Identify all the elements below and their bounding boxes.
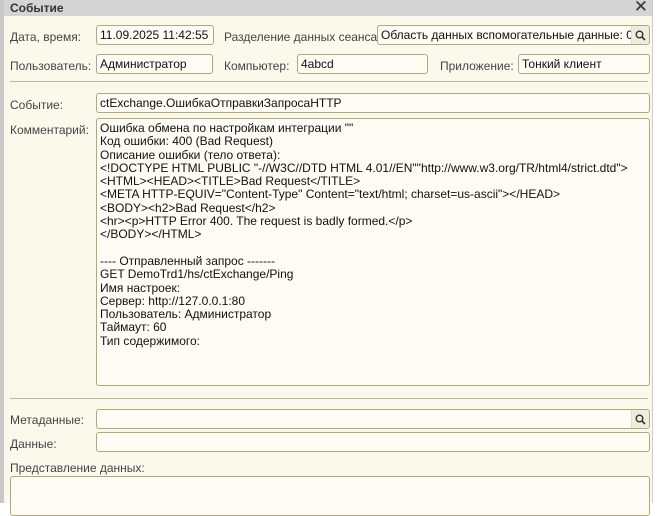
presentation-textarea[interactable]	[10, 476, 650, 516]
session-value: Область данных вспомогательные данные: 0…	[381, 28, 650, 42]
app-label: Приложение:	[440, 59, 514, 73]
comment-textarea[interactable]: Ошибка обмена по настройкам интеграции "…	[96, 118, 650, 386]
separator	[10, 398, 648, 399]
data-label: Данные:	[10, 437, 57, 451]
comment-label: Комментарий:	[10, 123, 89, 137]
metadata-label: Метаданные:	[10, 413, 85, 427]
date-field[interactable]: 11.09.2025 11:42:55	[96, 25, 214, 45]
computer-label: Компьютер:	[224, 59, 290, 73]
search-icon[interactable]	[631, 410, 649, 428]
user-label: Пользователь:	[10, 59, 92, 73]
data-field[interactable]	[96, 432, 650, 452]
app-field[interactable]: Тонкий клиент	[518, 54, 650, 74]
session-label: Разделение данных сеанса:	[224, 30, 381, 44]
presentation-label: Представление данных:	[10, 461, 145, 475]
background-window	[652, 0, 662, 503]
close-icon[interactable]: ✕	[634, 0, 648, 17]
separator	[10, 81, 648, 82]
date-label: Дата, время:	[10, 30, 82, 44]
metadata-field[interactable]	[96, 409, 650, 429]
event-label: Событие:	[10, 98, 64, 112]
user-field[interactable]: Администратор	[96, 54, 213, 74]
event-dialog: Событие ✕ Дата, время: 11.09.2025 11:42:…	[0, 0, 652, 516]
session-field[interactable]: Область данных вспомогательные данные: 0…	[377, 25, 650, 45]
window-title: Событие	[10, 1, 64, 15]
title-bar: Событие ✕	[4, 0, 652, 16]
event-field[interactable]: ctExchange.ОшибкаОтправкиЗапросаHTTP	[96, 93, 650, 113]
search-icon[interactable]	[631, 26, 649, 44]
computer-field[interactable]: 4abcd	[297, 54, 428, 74]
